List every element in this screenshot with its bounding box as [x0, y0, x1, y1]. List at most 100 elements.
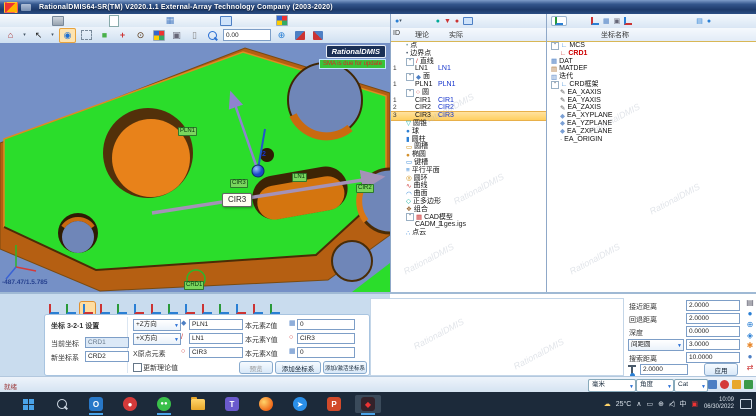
- printer-blue-icon[interactable]: ▤: [696, 17, 703, 25]
- param-field[interactable]: 0.0000: [686, 326, 740, 337]
- feature-row[interactable]: ◇正多边形: [391, 198, 547, 206]
- coordinate-row[interactable]: ✎EA_ZAXIS: [547, 104, 756, 112]
- feature-row[interactable]: ∿曲线: [391, 182, 547, 190]
- spacing-select[interactable]: 间距圆▼: [628, 339, 684, 351]
- status-chip-blue-icon[interactable]: [708, 380, 717, 389]
- coordinate-row[interactable]: ▦DAT: [547, 58, 756, 66]
- csys-small-icon[interactable]: [624, 17, 632, 25]
- feature-row[interactable]: 1CIR1CIR1: [391, 97, 547, 105]
- marquee-select-button[interactable]: [79, 29, 94, 42]
- pointer-button[interactable]: ↖: [31, 29, 46, 42]
- unit-length-select[interactable]: 毫米▼: [588, 379, 636, 392]
- menu-icon[interactable]: [21, 4, 31, 11]
- volume-muted-icon[interactable]: ◁̸: [669, 400, 674, 408]
- feature-field[interactable]: PLN1: [189, 319, 243, 330]
- param-field[interactable]: 10.0000: [686, 352, 740, 363]
- tab-print[interactable]: [48, 15, 68, 26]
- status-chip-orange-icon[interactable]: [732, 380, 741, 389]
- feature-row[interactable]: •点: [391, 42, 547, 50]
- notification-icon[interactable]: [740, 399, 752, 409]
- csys-tab-icon[interactable]: [551, 16, 567, 26]
- printer-icon[interactable]: ▤: [746, 298, 754, 309]
- feature-row[interactable]: •边界点: [391, 50, 547, 58]
- unit-angle-select[interactable]: 角度▼: [636, 379, 674, 392]
- palette-button[interactable]: [151, 29, 166, 42]
- value-field[interactable]: 0: [297, 319, 355, 330]
- label-pln1[interactable]: PLN1: [178, 127, 197, 136]
- feature-field[interactable]: LN1: [189, 333, 243, 344]
- chevron-down-icon[interactable]: ▾: [21, 29, 28, 42]
- feature-row[interactable]: 1LN1LN1: [391, 65, 547, 73]
- axes-button[interactable]: +: [115, 29, 130, 42]
- delete-button[interactable]: ▯: [187, 29, 202, 42]
- wechat-app[interactable]: ●●: [151, 395, 177, 413]
- coordinate-row[interactable]: ✎EA_XAXIS: [547, 89, 756, 97]
- snapshot-button[interactable]: ▣: [169, 29, 184, 42]
- coordinate-row[interactable]: ◆EA_YZPLANE: [547, 120, 756, 128]
- security-app[interactable]: ●: [117, 395, 143, 413]
- coordinate-row[interactable]: -∟CRD框架: [547, 81, 756, 89]
- coord-mode-select[interactable]: Cat▼: [674, 379, 708, 392]
- tab-table[interactable]: ▦: [160, 15, 180, 26]
- feature-row[interactable]: ≡平行平面: [391, 167, 547, 175]
- status-chip-red-icon[interactable]: [720, 380, 729, 389]
- coordinate-row[interactable]: ▤MATDEF: [547, 65, 756, 73]
- value-field[interactable]: 0: [297, 347, 355, 358]
- probe-icon[interactable]: ●: [748, 309, 753, 320]
- feature-row[interactable]: CADM_11.ges.igs: [391, 221, 547, 229]
- update-theory-checkbox[interactable]: [133, 363, 142, 372]
- label-crd1[interactable]: CRD1: [184, 281, 204, 290]
- feature-row[interactable]: -◆面: [391, 73, 547, 81]
- grid-icon[interactable]: ▦: [603, 17, 610, 25]
- tab-colors[interactable]: [272, 15, 292, 26]
- feature-row[interactable]: ●球: [391, 128, 547, 136]
- eye-button[interactable]: ⊙: [133, 29, 148, 42]
- probe-ball-icon[interactable]: ●▾: [395, 18, 402, 25]
- title-bar[interactable]: RationalDMIS64-SR(TM) V2020.1.1 External…: [0, 0, 756, 14]
- coordinate-row[interactable]: ▥迭代: [547, 73, 756, 81]
- settings-icon[interactable]: ✱: [747, 341, 754, 352]
- direction-select[interactable]: +X方向▼: [133, 333, 181, 345]
- feature-row[interactable]: ●椭圆: [391, 151, 547, 159]
- add-activate-csys-button[interactable]: 添加/激活坐标系: [323, 361, 367, 374]
- feature-field[interactable]: CIR3: [189, 347, 243, 358]
- filter-icon[interactable]: ▼: [444, 18, 451, 25]
- param-field[interactable]: 3.0000: [686, 339, 740, 350]
- feature-row[interactable]: ▭圆槽: [391, 143, 547, 151]
- expander-icon[interactable]: -: [406, 73, 414, 81]
- feature-row[interactable]: -/直线: [391, 58, 547, 66]
- taskbar-clock[interactable]: 10:09 06/30/2022: [704, 397, 734, 411]
- coordinate-row[interactable]: ∟CRD1: [547, 50, 756, 58]
- zoom-input[interactable]: [223, 29, 271, 41]
- coordinate-row[interactable]: ✎EA_YAXIS: [547, 97, 756, 105]
- expander-icon[interactable]: -: [551, 81, 559, 89]
- search-icon[interactable]: ⊕: [747, 320, 754, 331]
- chevron-down-icon[interactable]: ▾: [49, 29, 56, 42]
- param-field[interactable]: 2.0000: [686, 300, 740, 311]
- show-all-icon[interactable]: ●: [436, 18, 440, 25]
- downloader-app[interactable]: ➤: [287, 395, 313, 413]
- feature-row[interactable]: ∴点云: [391, 229, 547, 237]
- expander-icon[interactable]: -: [406, 213, 414, 221]
- apply-button[interactable]: 应用: [704, 363, 738, 376]
- 3d-viewport[interactable]: RationalDMIS SMA is due for update PLN1 …: [0, 43, 391, 292]
- sync-icon[interactable]: ⇄: [747, 363, 754, 374]
- direction-select[interactable]: +Z方向▼: [133, 319, 181, 331]
- ime-indicator[interactable]: 中: [679, 399, 686, 409]
- expander-icon[interactable]: -: [406, 89, 414, 97]
- coordinate-row[interactable]: -∟MCS: [547, 42, 756, 50]
- coordinate-row[interactable]: ◆EA_XYPLANE: [547, 112, 756, 120]
- value-field[interactable]: CIR3: [297, 333, 355, 344]
- probe-diameter-field[interactable]: 2.0000: [640, 364, 688, 375]
- locate-button[interactable]: ⊕: [274, 29, 289, 42]
- tab-display[interactable]: [216, 15, 236, 26]
- rationaldmis-app[interactable]: ◆: [355, 395, 381, 413]
- expander-icon[interactable]: -: [551, 42, 559, 50]
- blocks-button[interactable]: [310, 29, 325, 42]
- tray-expand-icon[interactable]: ∧: [636, 400, 641, 408]
- zoom-button[interactable]: [205, 29, 220, 42]
- feature-row[interactable]: 2CIR2CIR2: [391, 104, 547, 112]
- feature-row[interactable]: ▭键槽: [391, 159, 547, 167]
- hide-icon[interactable]: ●: [455, 18, 459, 25]
- laptop-icon[interactable]: ▭: [646, 400, 653, 408]
